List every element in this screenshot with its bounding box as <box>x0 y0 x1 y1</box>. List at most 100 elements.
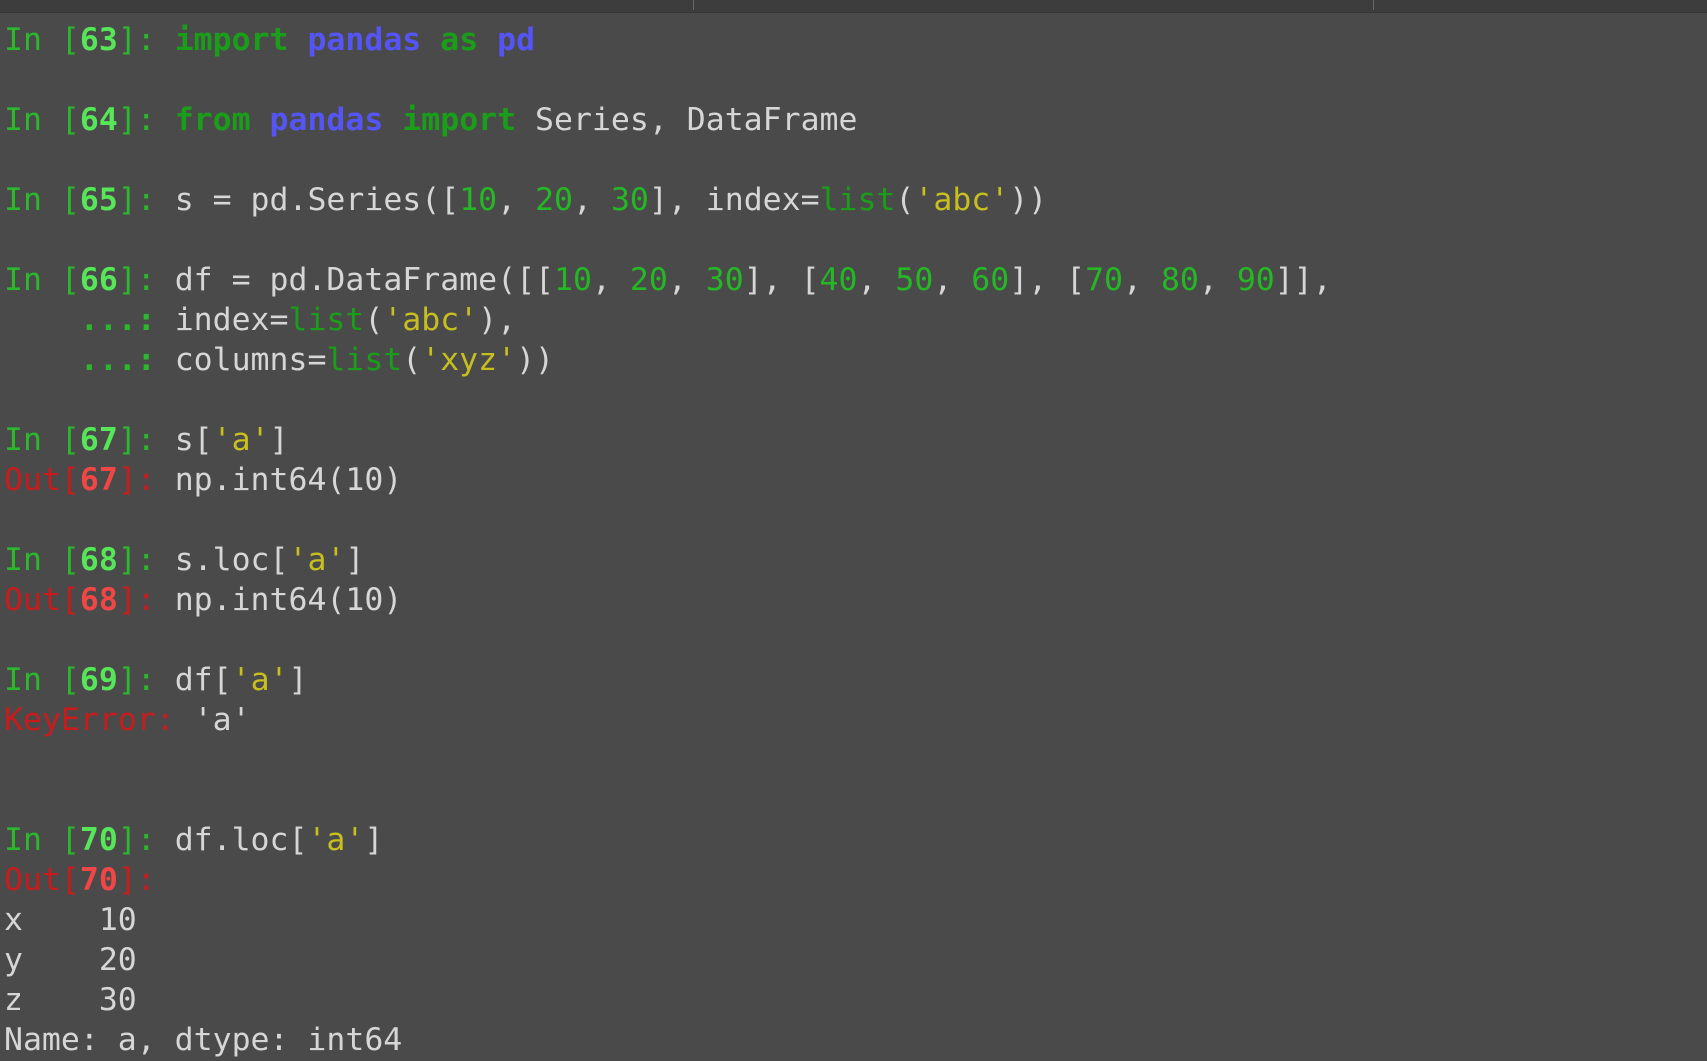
code-token: In [ <box>4 662 80 698</box>
code-token: 20 <box>629 262 668 298</box>
continuation-line: ...: columns=list('xyz')) <box>4 340 554 380</box>
code-token: In [ <box>4 542 80 578</box>
code-token: ] <box>269 422 289 458</box>
code-token: 70 <box>79 862 118 898</box>
code-token: ]: <box>117 582 175 618</box>
code-token: from <box>174 102 251 138</box>
output-line-70: Out[70]: <box>4 860 156 900</box>
output-row: y 20 <box>4 940 137 980</box>
code-token: 80 <box>1160 262 1199 298</box>
code-token: , <box>573 182 611 218</box>
code-token: df.loc[ <box>174 822 308 858</box>
code-token: 50 <box>895 262 934 298</box>
code-token: , <box>497 182 536 218</box>
code-token: , <box>591 262 630 298</box>
code-token: as <box>440 22 479 58</box>
code-token: import <box>174 22 289 58</box>
code-token: In [ <box>4 822 80 858</box>
code-token: 90 <box>1236 262 1275 298</box>
input-line-64: In [64]: from pandas import Series, Data… <box>4 100 857 140</box>
code-token: np.int64(10) <box>174 582 403 618</box>
code-token: )) <box>1009 182 1048 218</box>
code-token: 'abc' <box>383 302 479 338</box>
code-token: ] <box>288 662 308 698</box>
code-token: Out[ <box>4 862 80 898</box>
code-token: columns= <box>174 342 327 378</box>
code-token: 'a' <box>288 542 346 578</box>
code-token: ], [ <box>1009 262 1086 298</box>
code-token: list <box>326 342 403 378</box>
code-token: ...: <box>79 302 175 338</box>
code-token: , <box>667 262 706 298</box>
code-token: ( <box>402 342 422 378</box>
code-token: 30 <box>610 182 649 218</box>
code-token: ...: <box>79 342 175 378</box>
code-token: ] <box>345 542 365 578</box>
error-line: KeyError: 'a' <box>4 700 251 740</box>
code-token: ], index= <box>648 182 820 218</box>
code-token: In [ <box>4 102 80 138</box>
input-line-68: In [68]: s.loc['a'] <box>4 540 364 580</box>
code-token: ]: <box>117 822 175 858</box>
terminal-top-strip <box>0 0 1707 13</box>
code-token: ), <box>478 302 517 338</box>
code-token: 'a' <box>193 702 251 738</box>
code-token: 70 <box>79 822 118 858</box>
code-token: 'a' <box>307 822 365 858</box>
code-token: list <box>288 302 365 338</box>
output-line-67: Out[67]: np.int64(10) <box>4 460 402 500</box>
code-token: ]: <box>117 22 175 58</box>
code-token: 'abc' <box>914 182 1010 218</box>
code-token: ], [ <box>743 262 820 298</box>
code-token: , <box>1198 262 1237 298</box>
code-token: ] <box>364 822 384 858</box>
code-token: pandas <box>269 102 384 138</box>
code-token: Series, DataFrame <box>516 102 858 138</box>
output-line-68: Out[68]: np.int64(10) <box>4 580 402 620</box>
top-divider <box>1373 0 1374 10</box>
code-token: Out[ <box>4 582 80 618</box>
code-token: 66 <box>79 262 118 298</box>
code-token: In [ <box>4 262 80 298</box>
code-token: s[ <box>174 422 213 458</box>
code-token: ]: <box>117 422 175 458</box>
code-token: ( <box>895 182 915 218</box>
input-line-67: In [67]: s['a'] <box>4 420 289 460</box>
code-token: 'a' <box>212 422 270 458</box>
code-token: In [ <box>4 182 80 218</box>
code-token: 67 <box>79 422 118 458</box>
code-token: 70 <box>1085 262 1124 298</box>
code-token: ]: <box>117 262 175 298</box>
code-token: x 10 <box>4 902 137 938</box>
code-token: 69 <box>79 662 118 698</box>
code-token: 68 <box>79 582 118 618</box>
code-token: ]], <box>1274 262 1332 298</box>
top-divider <box>693 0 694 10</box>
code-token: 68 <box>79 542 118 578</box>
input-line-69: In [69]: df['a'] <box>4 660 307 700</box>
code-token: 64 <box>79 102 118 138</box>
code-token: np.int64(10) <box>174 462 403 498</box>
code-token: df = pd.DataFrame([[ <box>174 262 554 298</box>
code-token: s = pd.Series([ <box>174 182 460 218</box>
code-token: , <box>1123 262 1161 298</box>
code-token: ]: <box>117 862 156 898</box>
code-token: Name: a, dtype: int64 <box>4 1022 403 1058</box>
output-row: z 30 <box>4 980 137 1020</box>
input-line-63: In [63]: import pandas as pd <box>4 20 535 60</box>
code-token: 'a' <box>231 662 289 698</box>
code-token: 'xyz' <box>421 342 517 378</box>
code-token: list <box>819 182 896 218</box>
code-token: KeyError: <box>4 702 194 738</box>
code-token: index= <box>174 302 289 338</box>
code-token: pandas <box>307 22 422 58</box>
code-token: , <box>857 262 896 298</box>
code-token: 65 <box>79 182 118 218</box>
code-token: pd <box>497 22 536 58</box>
code-token: 60 <box>971 262 1010 298</box>
